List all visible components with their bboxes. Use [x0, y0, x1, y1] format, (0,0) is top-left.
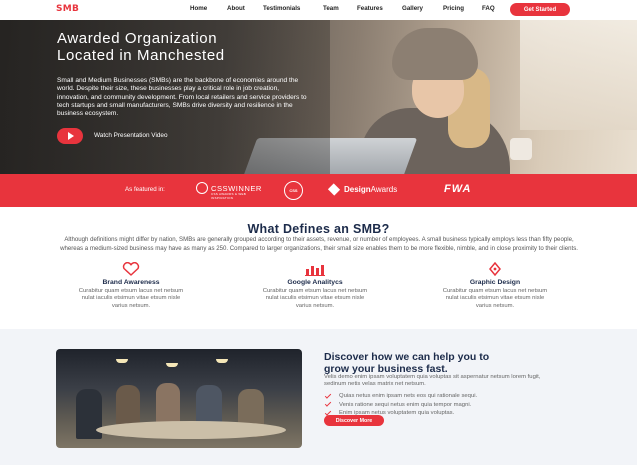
ceiling-lamp [216, 359, 228, 363]
feature-description: Curabitur quam etsum lacus net netsum nu… [442, 288, 548, 309]
checklist-text: Venis ratione sequi netus enim quia temp… [339, 401, 472, 408]
nav-faq[interactable]: FAQ [482, 5, 495, 12]
feature-google-analytics: Google Analitycs Curabitur quam etsum la… [260, 262, 370, 310]
nav-features[interactable]: Features [357, 5, 383, 12]
watch-video-link[interactable]: Watch Presentation Video [94, 132, 168, 139]
hero-title-line1: Awarded Organization [57, 30, 218, 47]
csswinner-subtext: CSS AWARDS & WEB INSPIRATION [211, 192, 247, 200]
hero-background-window [520, 20, 637, 130]
discover-more-button[interactable]: Discover More [324, 415, 384, 426]
feature-title: Google Analitycs [287, 279, 343, 286]
checklist-text: Quias netus enim ipsam nets eos qui rati… [339, 393, 478, 399]
nav-testimonials[interactable]: Testimonials [263, 5, 300, 12]
photo-person [156, 383, 180, 425]
hero-image-cup [510, 138, 532, 160]
csswinner-logo: CSSWINNER CSS AWARDS & WEB INSPIRATION [196, 182, 262, 200]
get-started-button[interactable]: Get Started [510, 3, 570, 16]
award-badge-logo: CSS [284, 181, 303, 200]
csswinner-mark-icon [196, 182, 208, 194]
meeting-table [96, 421, 286, 439]
feature-title: Graphic Design [469, 279, 521, 286]
heart-icon [76, 262, 186, 276]
pen-tool-icon [440, 262, 550, 276]
ceiling-lamp [166, 363, 178, 367]
hero-title-line2: Located in Manchested [57, 47, 225, 64]
nav-about[interactable]: About [227, 5, 245, 12]
feature-description: Curabitur quam etsum lacus net netsum nu… [262, 288, 368, 309]
nav-pricing[interactable]: Pricing [443, 5, 464, 12]
checklist-item: Venis ratione sequi netus enim quia temp… [324, 400, 477, 410]
discover-description: Velis demo enim ipsam voluptatem quia vo… [324, 374, 541, 388]
nav-team[interactable]: Team [323, 5, 339, 12]
feature-title: Brand Awareness [102, 279, 160, 286]
award-badge-text: CSS [284, 181, 303, 200]
designawards-rest: Awards [370, 185, 398, 194]
hero-title: Awarded Organization Located in Manchest… [57, 30, 327, 64]
checklist-item: Quias netus enim ipsam nets eos qui rati… [324, 392, 477, 401]
photo-person [196, 385, 222, 425]
nav-home[interactable]: Home [190, 5, 207, 12]
play-icon [68, 132, 74, 140]
check-icon [324, 400, 332, 408]
bar-chart-icon [260, 262, 370, 276]
hero-description: Small and Medium Businesses (SMBs) are t… [57, 77, 307, 118]
discover-title-line1: Discover how we can help you to [324, 351, 490, 363]
ceiling-lamp [116, 359, 128, 363]
nav-gallery[interactable]: Gallery [402, 5, 423, 12]
hero-image-person-hat [392, 28, 478, 80]
designawards-logo: DesignAwards [327, 183, 398, 196]
check-icon [324, 392, 332, 399]
defines-description: Although definitions might differ by nat… [60, 236, 578, 252]
photo-person [116, 385, 140, 425]
featured-label: As featured in: [125, 186, 165, 193]
discover-title: Discover how we can help you to grow you… [324, 351, 594, 375]
feature-brand-awareness: Brand Awareness Curabitur quam etsum lac… [76, 262, 186, 310]
defines-title: What Defines an SMB? [247, 222, 390, 236]
discover-checklist: Quias netus enim ipsam nets eos qui rati… [324, 392, 477, 418]
feature-graphic-design: Graphic Design Curabitur quam etsum lacu… [440, 262, 550, 310]
team-meeting-photo [56, 349, 302, 448]
play-video-button[interactable] [57, 128, 83, 144]
designawards-bold: Design [344, 185, 371, 194]
featured-in-bar: As featured in: CSSWINNER CSS AWARDS & W… [0, 174, 637, 207]
designawards-mark-icon [327, 183, 341, 196]
fwa-logo: FWA [444, 183, 472, 195]
feature-description: Curabitur quam etsum lacus net netsum nu… [78, 288, 184, 309]
brand-logo[interactable]: SMB [56, 4, 79, 14]
top-navigation: SMB Home About Testimonials Team Feature… [0, 0, 637, 20]
